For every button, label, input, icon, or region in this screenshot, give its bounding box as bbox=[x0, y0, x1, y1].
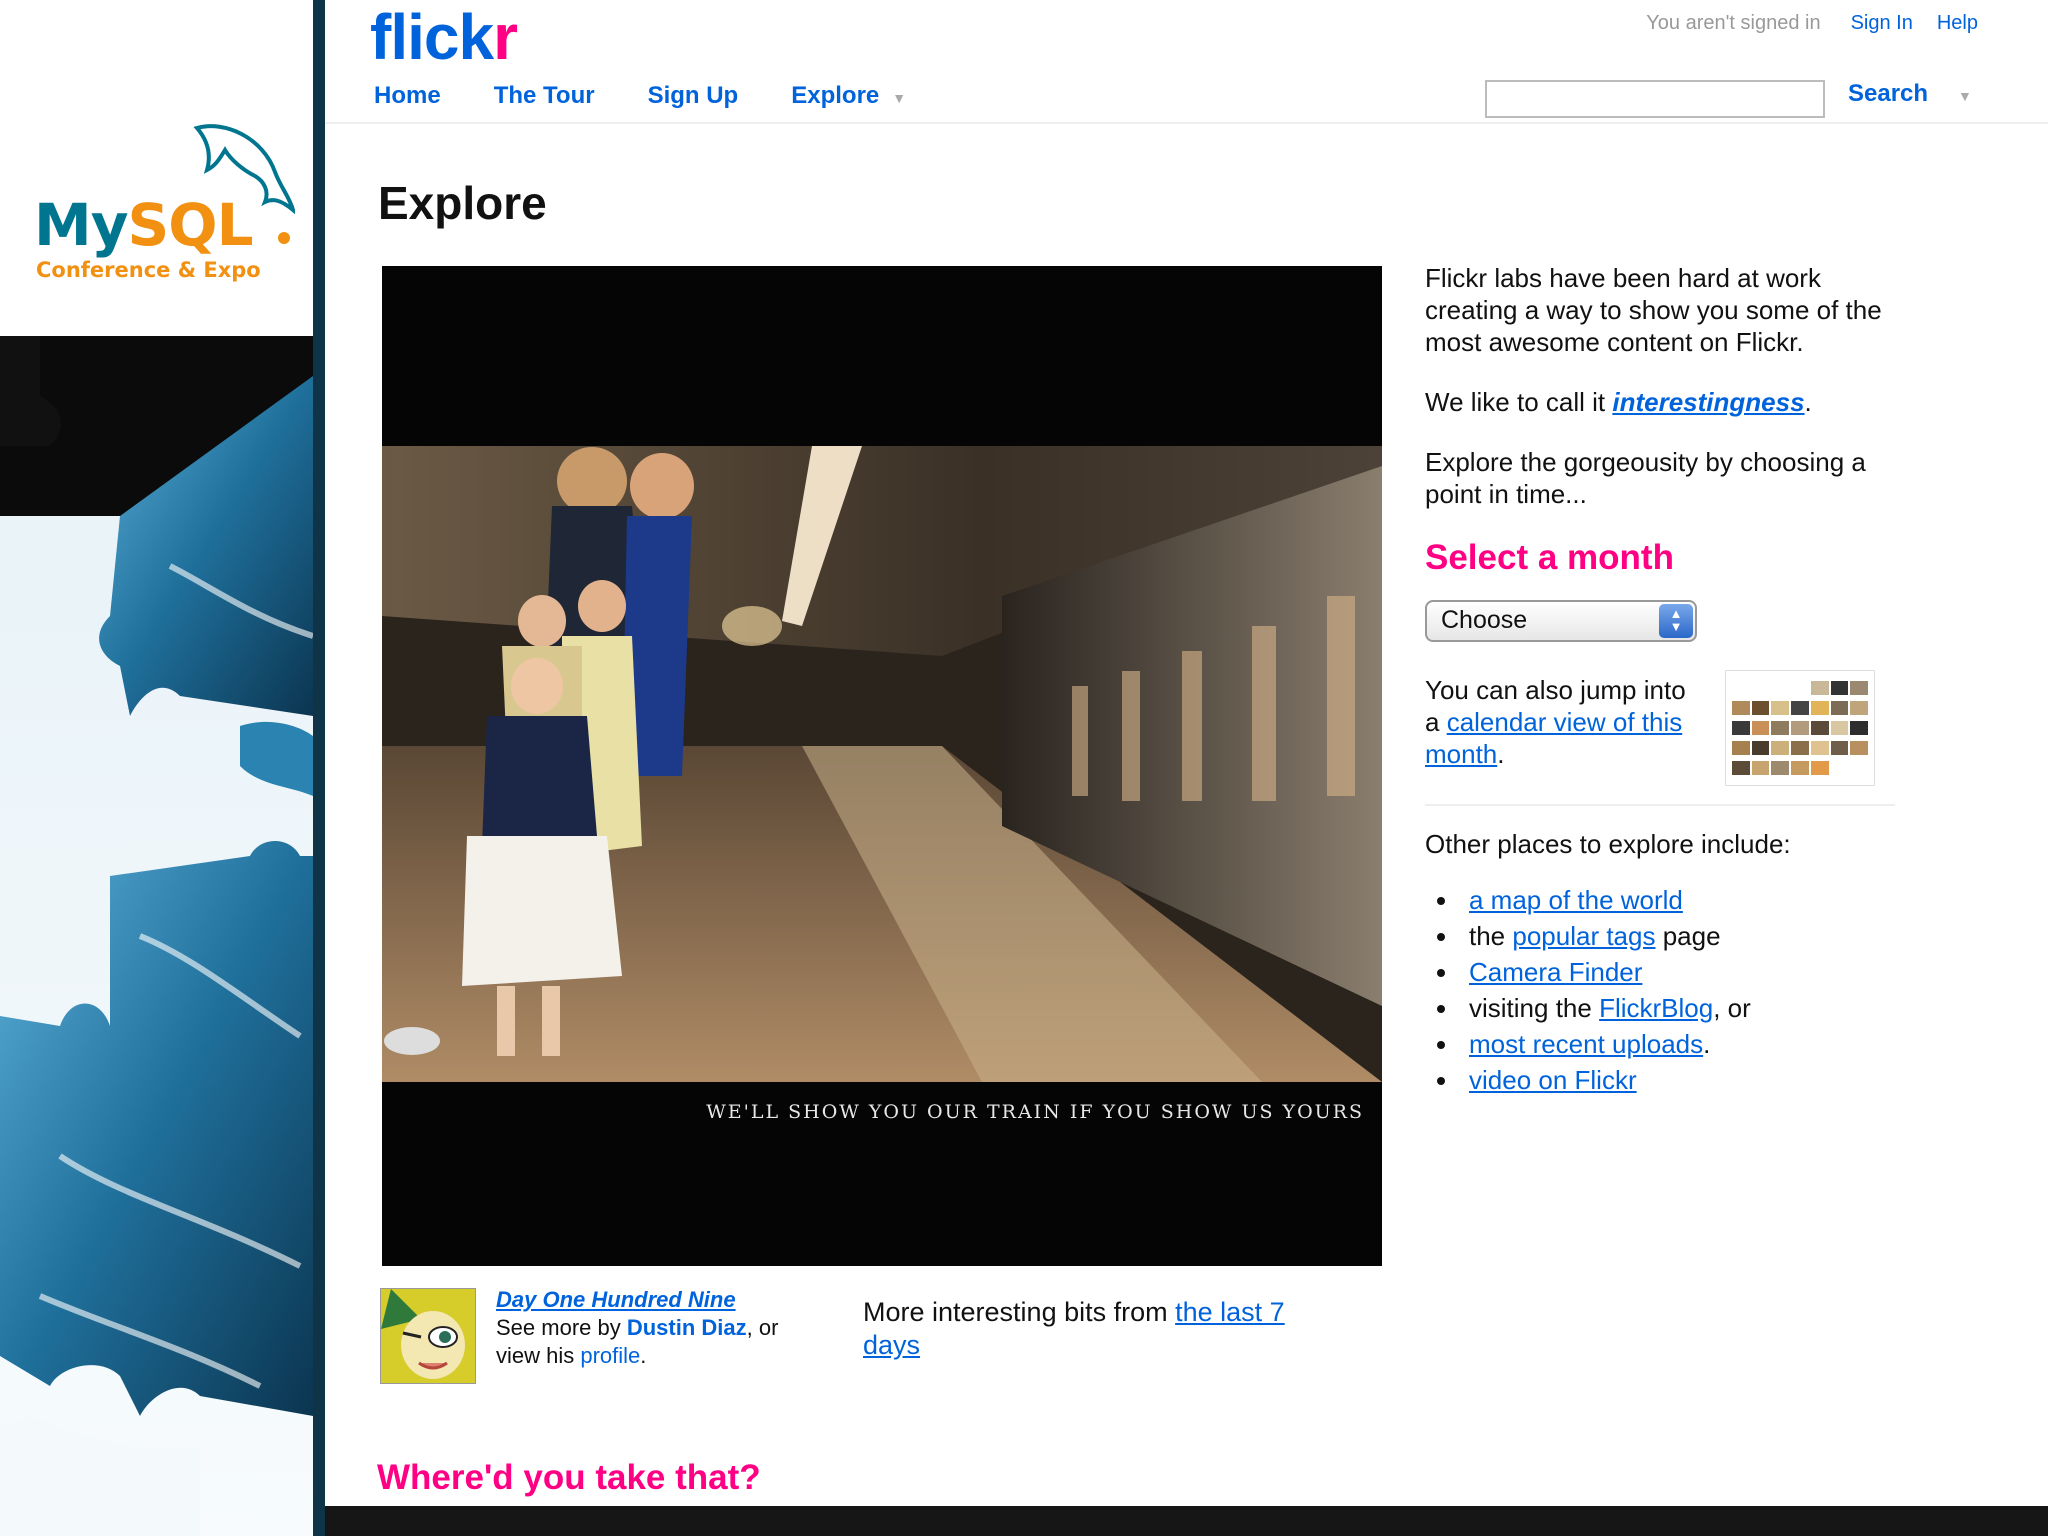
explore-sidebar: Flickr labs have been hard at work creat… bbox=[1425, 262, 1905, 1098]
video-on-flickr-link[interactable]: video on Flickr bbox=[1469, 1065, 1637, 1095]
flickr-logo[interactable]: flickr bbox=[370, 2, 518, 72]
more-interesting-text: More interesting bits from the last 7 da… bbox=[863, 1297, 1285, 1360]
puzzle-image bbox=[0, 336, 313, 1536]
bottom-frame-bar bbox=[325, 1506, 2048, 1536]
nav-sign-up[interactable]: Sign Up bbox=[648, 82, 739, 110]
places-list: a map of the world the popular tags page… bbox=[1425, 882, 1905, 1098]
cartoon-face-icon bbox=[381, 1289, 475, 1383]
interestingness-link[interactable]: interestingness bbox=[1612, 387, 1804, 417]
search-button[interactable]: Search bbox=[1848, 80, 1928, 108]
nav-the-tour[interactable]: The Tour bbox=[494, 82, 595, 110]
header-divider bbox=[325, 122, 2048, 124]
photo-attribution: Day One Hundred Nine See more by Dustin … bbox=[496, 1287, 779, 1368]
mysql-wordmark: MySQL bbox=[34, 191, 254, 259]
flickrblog-link[interactable]: FlickrBlog bbox=[1599, 993, 1713, 1023]
intro-text: Flickr labs have been hard at work creat… bbox=[1425, 263, 1882, 357]
sign-in-link[interactable]: Sign In bbox=[1851, 12, 1913, 35]
signed-in-status: You aren't signed in bbox=[1646, 12, 1821, 34]
list-item: visiting the FlickrBlog, or bbox=[1437, 990, 1905, 1026]
interestingness-text: We like to call it interestingness. bbox=[1425, 387, 1812, 417]
flickr-explore-page: flickr Home The Tour Sign Up Explore ▼ Y… bbox=[325, 0, 2048, 1506]
nav-home[interactable]: Home bbox=[374, 82, 441, 110]
mysql-logo: MySQL Conference & Expo bbox=[0, 0, 313, 336]
calendar-thumbnail[interactable] bbox=[1725, 670, 1875, 786]
calendar-view-link[interactable]: calendar view of this month bbox=[1425, 707, 1682, 769]
explore-instructions: Explore the gorgeousity by choosing a po… bbox=[1425, 447, 1866, 509]
month-select[interactable]: Choose ▲ ▼ bbox=[1425, 600, 1697, 642]
list-item: the popular tags page bbox=[1437, 918, 1905, 954]
photo-caption: WE'LL SHOW YOU OUR TRAIN IF YOU SHOW US … bbox=[706, 1101, 1364, 1123]
train-station-photo bbox=[382, 446, 1382, 1082]
author-link[interactable]: Dustin Diaz bbox=[627, 1315, 747, 1340]
see-more-text: See more by bbox=[496, 1315, 627, 1340]
other-places-text: Other places to explore include: bbox=[1425, 829, 1791, 859]
search-input[interactable] bbox=[1485, 80, 1825, 118]
slide-side-panel: MySQL Conference & Expo bbox=[0, 0, 313, 1536]
account-links: You aren't signed in Sign In Help bbox=[1646, 12, 1978, 35]
registered-mark bbox=[278, 232, 290, 244]
explore-dropdown-icon[interactable]: ▼ bbox=[892, 90, 906, 106]
list-item: most recent uploads. bbox=[1437, 1026, 1905, 1062]
sidebar-divider bbox=[1425, 804, 1895, 806]
select-month-heading: Select a month bbox=[1425, 538, 1674, 577]
panel-divider bbox=[313, 0, 325, 1536]
puzzle-earth-graphic bbox=[0, 336, 313, 1536]
month-select-value: Choose bbox=[1441, 606, 1528, 634]
list-item: a map of the world bbox=[1437, 882, 1905, 918]
top-navigation: Home The Tour Sign Up Explore ▼ bbox=[374, 80, 906, 112]
page-title: Explore bbox=[378, 177, 547, 229]
featured-photo[interactable]: WE'LL SHOW YOU OUR TRAIN IF YOU SHOW US … bbox=[382, 266, 1382, 1266]
recent-uploads-link[interactable]: most recent uploads bbox=[1469, 1029, 1703, 1059]
search-dropdown-icon[interactable]: ▼ bbox=[1958, 88, 1972, 104]
help-link[interactable]: Help bbox=[1937, 12, 1978, 35]
list-item: Camera Finder bbox=[1437, 954, 1905, 990]
world-map-link[interactable]: a map of the world bbox=[1469, 885, 1683, 915]
list-item: video on Flickr bbox=[1437, 1062, 1905, 1098]
calendar-jump: You can also jump into a calendar view o… bbox=[1425, 670, 1905, 794]
photo-title-link[interactable]: Day One Hundred Nine bbox=[496, 1287, 736, 1312]
nav-explore[interactable]: Explore bbox=[791, 82, 879, 110]
profile-link[interactable]: profile bbox=[580, 1343, 640, 1368]
author-avatar[interactable] bbox=[380, 1288, 476, 1384]
where-section-heading: Where'd you take that? bbox=[377, 1458, 761, 1497]
popular-tags-link[interactable]: popular tags bbox=[1512, 921, 1655, 951]
select-stepper-icon: ▲ ▼ bbox=[1659, 604, 1693, 638]
mysql-subtitle: Conference & Expo bbox=[36, 258, 261, 282]
camera-finder-link[interactable]: Camera Finder bbox=[1469, 957, 1642, 987]
